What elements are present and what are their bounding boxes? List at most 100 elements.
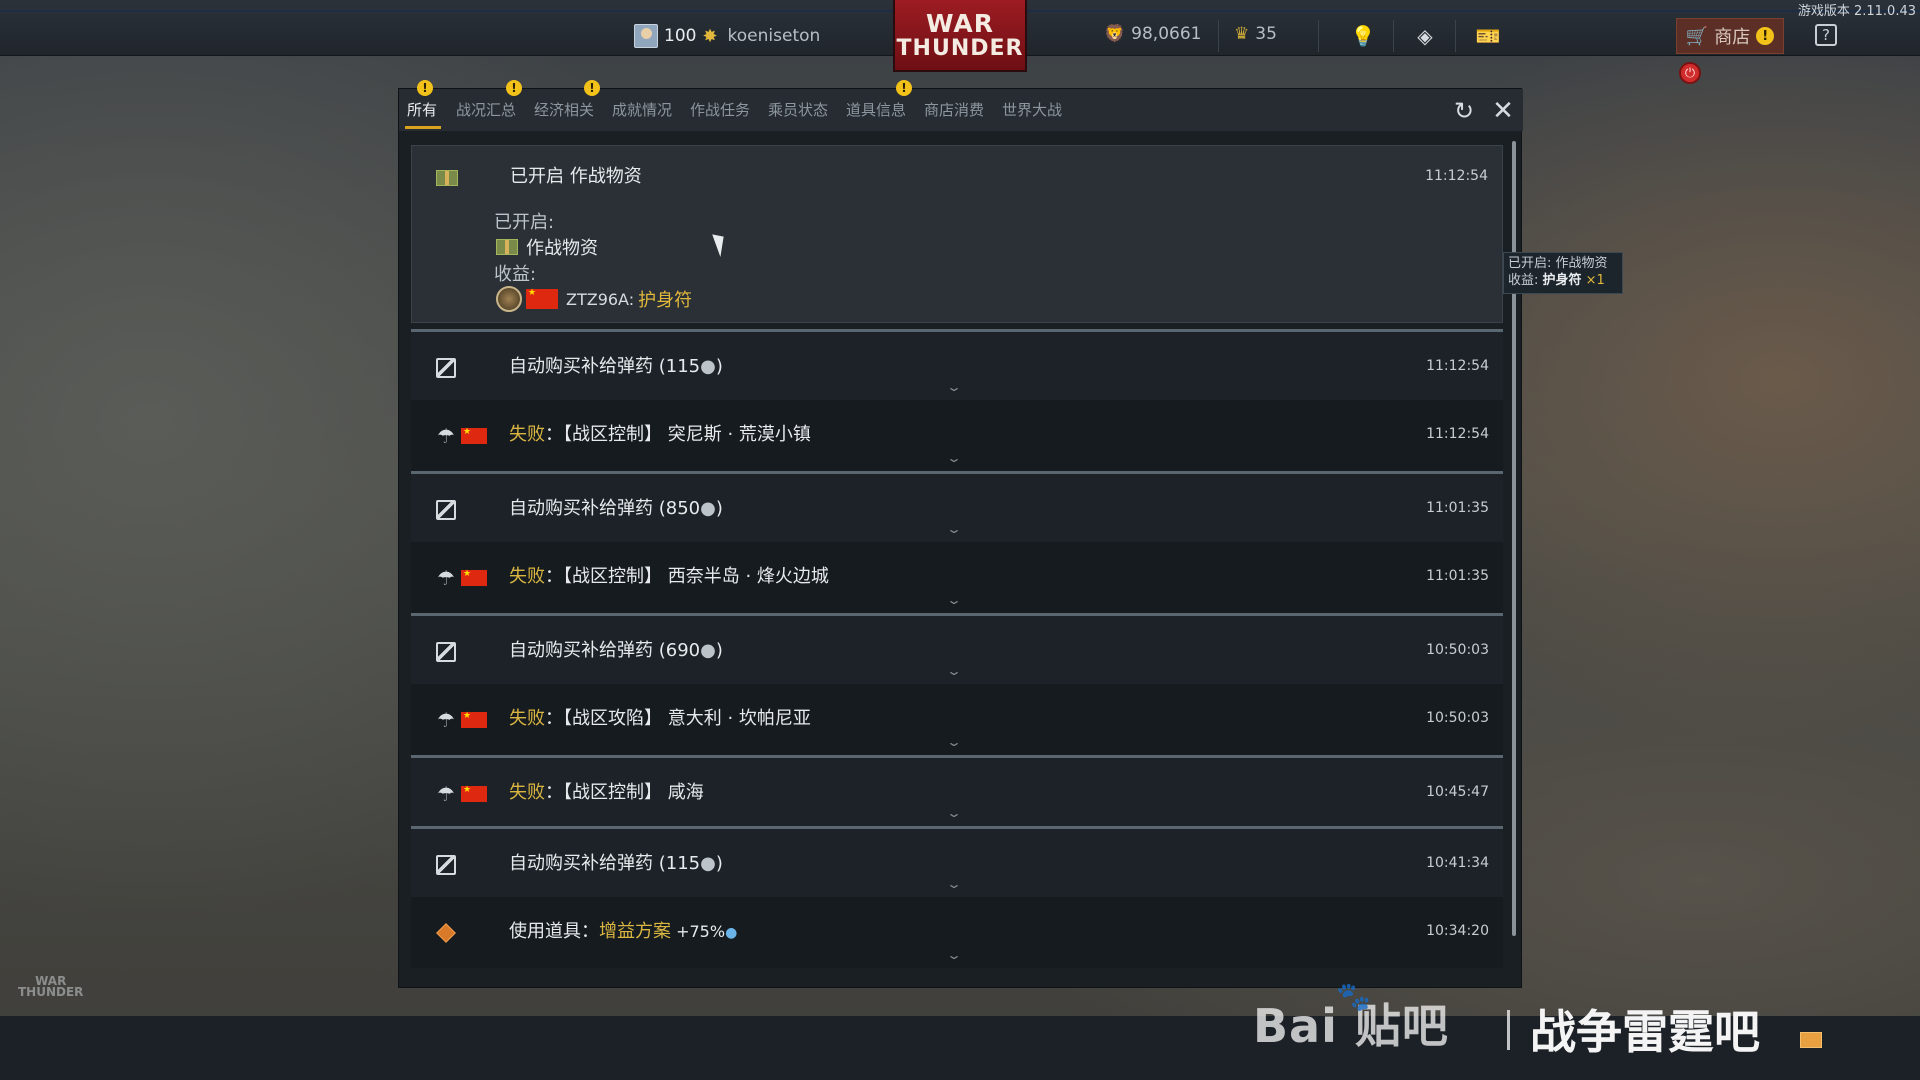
tab-achievements[interactable]: 成就情况 [612,99,672,129]
lion-icon: 🦁 [1104,24,1126,44]
tab-items[interactable]: ! 道具信息 [846,80,912,129]
entry-time: 11:01:35 [1426,568,1489,584]
china-flag-icon [526,288,558,309]
entry-text: 自动购买补给弹药 (690●) [509,640,723,661]
tab-warning-icon: ! [506,80,522,96]
entry-text: 失败：【战区控制】 突尼斯 · 荒漠小镇 [509,424,811,445]
list-item[interactable]: 自动购买补给弹药 (115●) 11:12:54 ⌄ [411,329,1503,400]
bag-icon [433,853,459,877]
eagle-icon: ♛ [1234,24,1250,44]
list-item[interactable]: ☂ 失败：【战区控制】 咸海 10:45:47 ⌄ [411,755,1503,826]
chevron-down-icon[interactable]: ⌄ [946,522,962,536]
shop-label: 商店 [1714,27,1751,48]
reward-line: ZTZ96A: 护身符 [496,286,692,312]
entry-time: 11:12:54 [1426,426,1489,442]
player-info[interactable]: 100 ✸ koeniseton [634,24,820,48]
list-item[interactable]: 自动购买补给弹药 (850●) 11:01:35 ⌄ [411,471,1503,542]
entry-time: 11:12:54 [1425,168,1488,184]
china-flag-icon [461,785,487,802]
power-icon[interactable]: ⏻ [1679,62,1701,84]
shop-button[interactable]: 🛒 商店 ! [1676,18,1784,54]
blue-drop-icon: ● [725,925,738,941]
lightbulb-icon[interactable]: 💡 [1350,23,1376,49]
entry-title: 已开启 作战物资 [510,166,642,187]
list-item-expanded[interactable]: 已开启 作战物资 11:12:54 已开启: 作战物资 收益: ZTZ96A: … [411,145,1503,323]
rank-star-icon: ✸ [702,25,718,47]
list-item[interactable]: 使用道具：增益方案 +75%● 10:34:20 ⌄ [411,897,1503,968]
player-name: koeniseton [727,26,821,46]
list-item[interactable]: ☂ 失败：【战区控制】 西奈半岛 · 烽火边城 11:01:35 ⌄ [411,542,1503,613]
entry-time: 11:12:54 [1426,358,1489,374]
tab-label: 成就情况 [612,101,673,119]
list-item[interactable]: 自动购买补给弹药 (115●) 10:41:34 ⌄ [411,826,1503,897]
entry-text: 自动购买补给弹药 (115●) [509,356,723,377]
parachute-icon: ☂ [437,424,455,448]
diamond-icon[interactable]: ◈ [1412,23,1438,49]
divider [1455,20,1456,52]
shop-warning-icon: ! [1756,27,1775,45]
chevron-down-icon[interactable]: ⌄ [946,593,962,607]
entry-text: 失败：【战区攻陷】 意大利 · 坎帕尼亚 [509,708,811,729]
income-label: 收益: [494,264,537,285]
tab-label: 经济相关 [534,101,595,119]
divider [1318,20,1319,52]
refresh-icon[interactable]: ↻ [1450,97,1478,125]
chevron-down-icon[interactable]: ⌄ [946,664,962,678]
mail-icon[interactable] [1800,1032,1822,1048]
tab-shop-purchases[interactable]: 商店消费 [924,99,984,129]
bag-icon [433,498,459,522]
tooltip: 已开启: 作战物资 收益: 护身符 ×1 [1503,252,1623,294]
chevron-down-icon[interactable]: ⌄ [946,735,962,749]
help-button[interactable]: ? [1815,24,1837,46]
opened-label: 已开启: [494,212,555,233]
entry-time: 10:50:03 [1426,710,1489,726]
chevron-down-icon[interactable]: ⌄ [946,948,962,962]
tab-battle-summary[interactable]: ! 战况汇总 [456,80,522,129]
tab-warning-icon: ! [584,80,600,96]
chevron-down-icon[interactable]: ⌄ [946,806,962,820]
lion-icon: ● [700,498,716,519]
chevron-down-icon[interactable]: ⌄ [946,451,962,465]
lion-icon: ● [700,640,716,661]
reward-name: 护身符 [638,290,693,311]
tab-label: 作战任务 [690,101,751,119]
cart-icon: 🛒 [1685,25,1709,47]
tab-economy[interactable]: ! 经济相关 [534,80,600,129]
chevron-down-icon[interactable]: ⌄ [946,877,962,891]
lion-icon: ● [700,356,716,377]
parachute-icon: ☂ [437,782,455,806]
entry-time: 10:50:03 [1426,642,1489,658]
tab-crew[interactable]: 乘员状态 [768,99,828,129]
tab-bar: ! 所有 ! 战况汇总 ! 经济相关 成就情况 作战任务 乘员状态 ! 道具信息… [399,80,1523,131]
chevron-down-icon[interactable]: ⌄ [946,380,962,394]
player-rank: 100 [664,26,697,46]
coupon-icon[interactable]: 🎫 [1475,23,1501,49]
list-item[interactable]: ☂ 失败：【战区攻陷】 意大利 · 坎帕尼亚 10:50:03 ⌄ [411,684,1503,755]
tab-label: 乘员状态 [768,101,829,119]
china-flag-icon [461,427,487,444]
divider [1393,20,1394,52]
bag-icon [433,640,459,664]
tab-all[interactable]: ! 所有 [404,80,442,129]
medal-icon [496,286,522,312]
entry-text: 失败：【战区控制】 咸海 [509,782,704,803]
tab-world-war[interactable]: 世界大战 [1002,99,1062,129]
silver-lions[interactable]: 🦁 98,0661 [1104,24,1201,44]
tab-missions[interactable]: 作战任务 [690,99,750,129]
china-flag-icon [461,569,487,586]
logo-line1: WAR [925,8,995,38]
divider [1218,20,1219,52]
close-icon[interactable]: ✕ [1489,96,1517,126]
tab-label: 世界大战 [1002,101,1063,119]
tab-label: 所有 [407,101,438,119]
list-item[interactable]: 自动购买补给弹药 (690●) 10:50:03 ⌄ [411,613,1503,684]
golden-eagles[interactable]: ♛ 35 [1234,24,1277,44]
parachute-icon: ☂ [437,708,455,732]
list-item[interactable]: ☂ 失败：【战区控制】 突尼斯 · 荒漠小镇 11:12:54 ⌄ [411,400,1503,471]
tab-warning-icon: ! [896,80,912,96]
avatar[interactable] [634,24,658,48]
tab-label: 商店消费 [924,101,985,119]
notification-list[interactable]: 已开启 作战物资 11:12:54 已开启: 作战物资 收益: ZTZ96A: … [411,145,1503,981]
war-thunder-logo[interactable]: WAR THUNDER [893,0,1027,72]
tab-label: 战况汇总 [456,101,517,119]
